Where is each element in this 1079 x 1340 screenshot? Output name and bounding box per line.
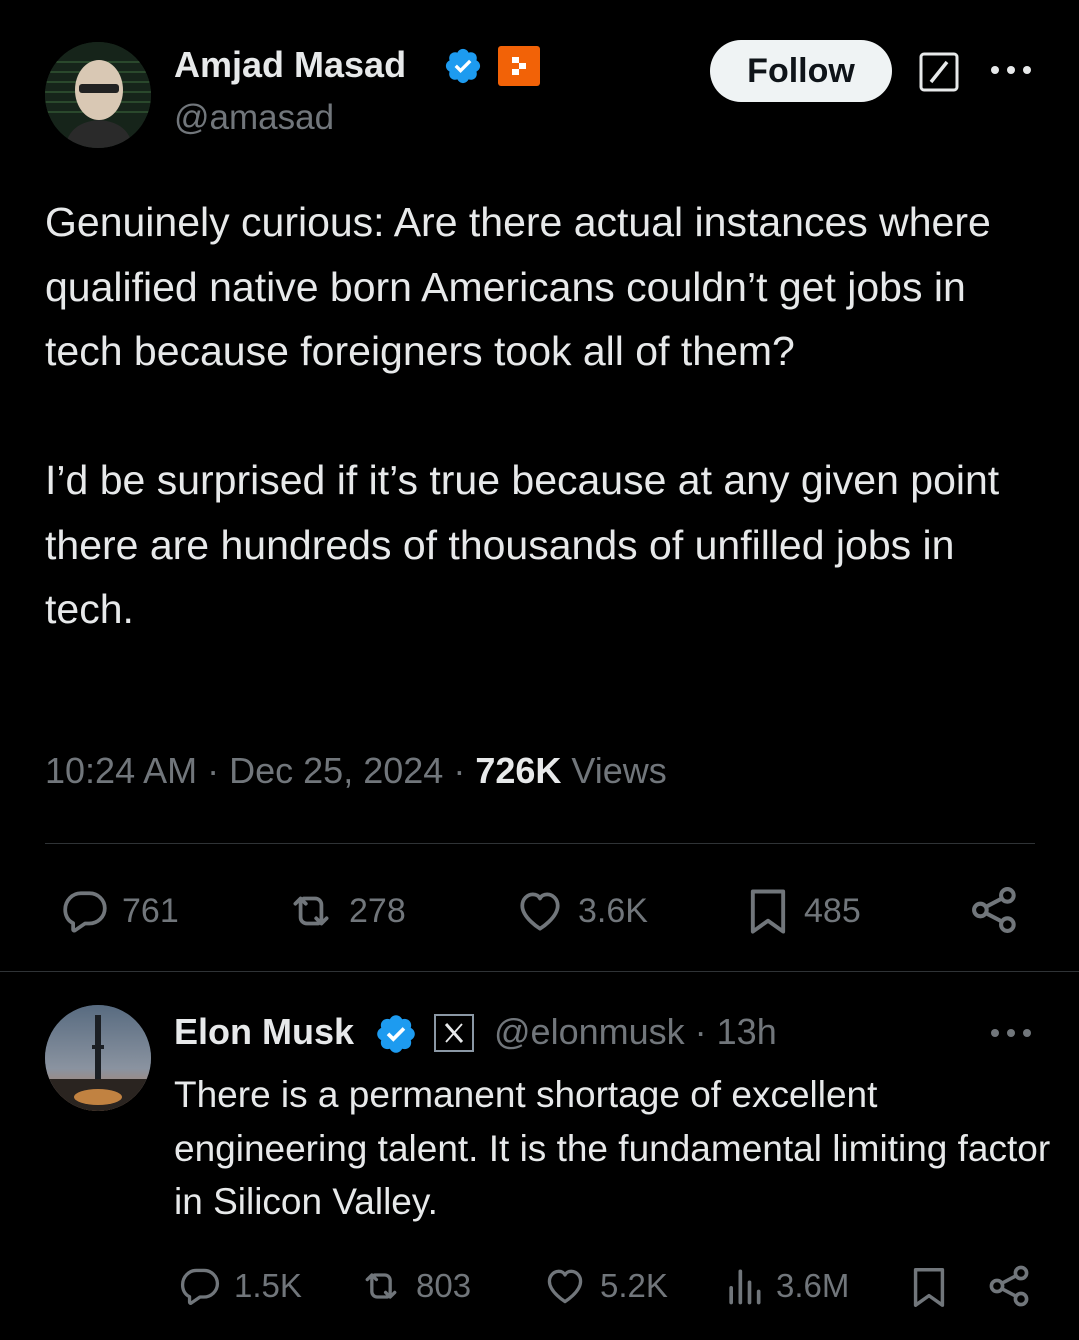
reply-button[interactable]: 1.5K [176, 1264, 302, 1308]
reply-icon [180, 1268, 220, 1305]
replit-logo-icon[interactable] [498, 46, 540, 86]
repost-icon [365, 1273, 397, 1299]
bookmark-icon [750, 889, 786, 934]
share-button[interactable] [968, 883, 1022, 937]
heart-icon [547, 1269, 583, 1304]
reply-time[interactable]: 13h [717, 1011, 777, 1052]
bookmark-button[interactable]: 485 [742, 884, 861, 938]
views-count: 726K [475, 750, 562, 791]
verified-badge-icon [374, 1012, 418, 1061]
reply-button[interactable]: 761 [58, 886, 179, 936]
bookmark-icon [913, 1268, 945, 1307]
heart-icon [520, 892, 560, 931]
reply-icon [63, 891, 107, 933]
x-logo-icon[interactable] [434, 1014, 474, 1052]
divider [0, 971, 1079, 972]
divider [45, 843, 1035, 844]
tweet-date[interactable]: Dec 25, 2024 [229, 750, 443, 791]
meta-separator: · [453, 750, 466, 791]
author-name[interactable]: Amjad Masad [174, 44, 406, 86]
reply-author-handle[interactable]: @elonmusk [494, 1011, 685, 1052]
meta-separator: · [207, 750, 220, 791]
repost-count: 803 [416, 1267, 472, 1304]
verified-badge-icon [443, 46, 483, 91]
more-options-icon[interactable] [988, 1025, 1034, 1046]
author-avatar[interactable] [45, 42, 151, 148]
views-count: 3.6M [776, 1267, 850, 1304]
share-icon [972, 887, 1016, 933]
reply-author-name[interactable]: Elon Musk [174, 1011, 354, 1053]
follow-button[interactable]: Follow [710, 40, 892, 102]
like-count: 3.6K [578, 891, 648, 930]
like-count: 5.2K [600, 1267, 668, 1304]
author-handle[interactable]: @amasad [174, 98, 334, 138]
reply-author-avatar[interactable] [45, 1005, 151, 1111]
like-button[interactable]: 5.2K [540, 1264, 668, 1308]
reply-count: 761 [122, 891, 179, 930]
repost-icon [293, 896, 329, 926]
share-button[interactable] [986, 1262, 1034, 1310]
bookmark-count: 485 [804, 891, 861, 930]
tweet-paragraph: I’d be surprised if it’s true because at… [45, 457, 1000, 632]
views-button[interactable]: 3.6M [722, 1264, 849, 1308]
tweet-text: Genuinely curious: Are there actual inst… [45, 190, 1045, 642]
reply-text: There is a permanent shortage of excelle… [174, 1074, 1051, 1222]
share-icon [989, 1265, 1029, 1307]
tweet-time[interactable]: 10:24 AM [45, 750, 197, 791]
views-label: Views [571, 750, 667, 791]
tweet-meta: 10:24 AM · Dec 25, 2024 · 726K Views [45, 750, 667, 792]
tweet-paragraph: Genuinely curious: Are there actual inst… [45, 199, 991, 374]
meta-separator: · [694, 1011, 707, 1052]
reply-meta: @elonmusk · 13h [494, 1011, 777, 1053]
bookmark-button[interactable] [906, 1262, 952, 1312]
grok-icon[interactable] [918, 51, 960, 98]
reply-count: 1.5K [234, 1267, 302, 1304]
repost-count: 278 [349, 891, 406, 930]
repost-button[interactable]: 803 [356, 1264, 471, 1308]
views-icon [729, 1269, 761, 1305]
more-options-icon[interactable] [988, 62, 1034, 83]
like-button[interactable]: 3.6K [512, 886, 648, 936]
repost-button[interactable]: 278 [283, 886, 406, 936]
